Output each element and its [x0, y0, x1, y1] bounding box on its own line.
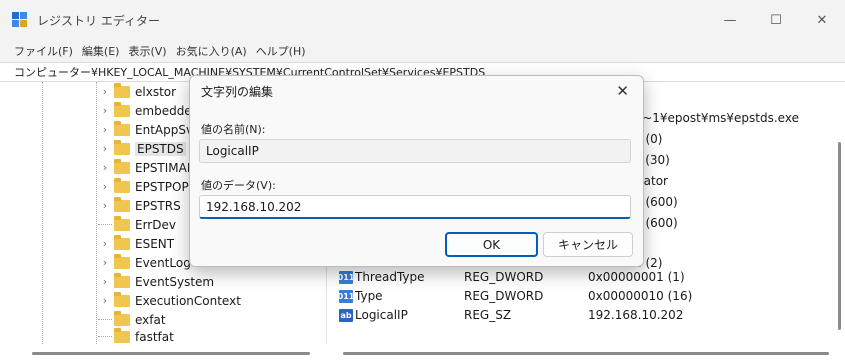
scrollbar-thumb[interactable]	[32, 352, 310, 355]
window-controls: — ☐ ✕	[707, 0, 845, 40]
tree-item-errdev[interactable]: ErrDev	[98, 215, 176, 234]
ok-button[interactable]: OK	[445, 232, 538, 257]
folder-icon	[114, 101, 130, 117]
registry-editor-icon	[12, 12, 28, 28]
folder-icon	[114, 253, 130, 269]
tree-item-eventlog[interactable]: › EventLog	[98, 253, 191, 272]
tree-item-epstrs[interactable]: › EPSTRS	[98, 196, 181, 215]
tree-item-esent[interactable]: › ESENT	[98, 234, 174, 253]
value-name-field[interactable]: LogicalIP	[199, 139, 631, 163]
tree-item-epstimap[interactable]: › EPSTIMAP	[98, 158, 194, 177]
menu-help[interactable]: ヘルプ(H)	[256, 43, 306, 59]
folder-icon	[114, 120, 130, 136]
edit-string-dialog: 文字列の編集 ✕ 値の名前(N): LogicalIP 値のデータ(V): 19…	[189, 75, 644, 267]
tree-connector	[98, 336, 112, 337]
tree-item-epstpop3[interactable]: › EPSTPOP3	[98, 177, 196, 196]
value-row-type[interactable]: 011 Type REG_DWORD 0x00000010 (16)	[331, 286, 831, 306]
folder-icon	[114, 234, 130, 250]
chevron-right-icon[interactable]: ›	[98, 85, 112, 98]
chevron-right-icon[interactable]: ›	[98, 275, 112, 288]
string-value-icon: ab	[339, 308, 353, 322]
menu-edit[interactable]: 編集(E)	[82, 43, 120, 59]
dialog-close-button[interactable]: ✕	[616, 82, 629, 100]
chevron-right-icon[interactable]: ›	[98, 123, 112, 136]
scrollbar-thumb[interactable]	[343, 352, 829, 355]
values-horizontal-scrollbar[interactable]	[331, 344, 845, 362]
menu-file[interactable]: ファイル(F)	[14, 43, 73, 59]
chevron-right-icon[interactable]: ›	[98, 180, 112, 193]
tree-guide-line	[42, 82, 43, 344]
value-data-label: 値のデータ(V):	[201, 179, 276, 192]
value-row-logicalip[interactable]: ab LogicalIP REG_SZ 192.168.10.202	[331, 305, 831, 325]
value-name-label: 値の名前(N):	[201, 123, 266, 136]
title-bar: レジストリ エディター — ☐ ✕	[0, 0, 845, 40]
chevron-right-icon[interactable]: ›	[98, 294, 112, 307]
tree-item-elxstor[interactable]: › elxstor	[98, 82, 176, 101]
dialog-title: 文字列の編集	[201, 85, 274, 99]
folder-icon	[114, 139, 130, 155]
chevron-right-icon[interactable]: ›	[98, 256, 112, 269]
close-button[interactable]: ✕	[799, 0, 845, 40]
tree-connector	[98, 224, 112, 225]
folder-icon	[114, 272, 130, 288]
tree-item-epstds[interactable]: › EPSTDS	[98, 139, 186, 158]
folder-icon	[114, 158, 130, 174]
folder-icon	[114, 215, 130, 231]
dialog-title-bar: 文字列の編集	[190, 76, 643, 107]
menu-bar: ファイル(F) 編集(E) 表示(V) お気に入り(A) ヘルプ(H)	[0, 40, 845, 62]
chevron-right-icon[interactable]: ›	[98, 199, 112, 212]
tree-item-executioncontext[interactable]: › ExecutionContext	[98, 291, 241, 310]
menu-favorites[interactable]: お気に入り(A)	[176, 43, 247, 59]
tree-item-entappsv[interactable]: › EntAppSv	[98, 120, 193, 139]
chevron-right-icon[interactable]: ›	[98, 104, 112, 117]
minimize-button[interactable]: —	[707, 0, 753, 40]
folder-icon	[114, 327, 130, 343]
window-title: レジストリ エディター	[37, 13, 160, 28]
folder-icon	[114, 196, 130, 212]
maximize-button[interactable]: ☐	[753, 0, 799, 40]
folder-icon	[114, 310, 130, 326]
menu-view[interactable]: 表示(V)	[128, 43, 166, 59]
value-row-threadtype[interactable]: 011 ThreadType REG_DWORD 0x00000001 (1)	[331, 267, 831, 287]
value-data-input[interactable]: 192.168.10.202	[199, 195, 631, 219]
tree-item-embeddec[interactable]: › embeddec	[98, 101, 198, 120]
chevron-right-icon[interactable]: ›	[98, 237, 112, 250]
values-vertical-scrollbar[interactable]	[838, 142, 841, 330]
binary-value-icon: 011	[337, 270, 355, 284]
folder-icon	[114, 177, 130, 193]
tree-horizontal-scrollbar[interactable]	[14, 344, 327, 362]
tree-guide-line	[96, 82, 97, 344]
folder-icon	[114, 291, 130, 307]
folder-icon	[114, 82, 130, 98]
tree-item-fastfat[interactable]: fastfat	[98, 327, 174, 344]
value-data-partial: A~1¥epost¥ms¥epstds.exe	[634, 111, 799, 125]
cancel-button[interactable]: キャンセル	[543, 232, 633, 257]
binary-value-icon: 011	[337, 289, 355, 303]
chevron-right-icon[interactable]: ›	[98, 142, 112, 155]
tree-item-eventsystem[interactable]: › EventSystem	[98, 272, 214, 291]
tree-connector	[98, 319, 112, 320]
chevron-right-icon[interactable]: ›	[98, 161, 112, 174]
